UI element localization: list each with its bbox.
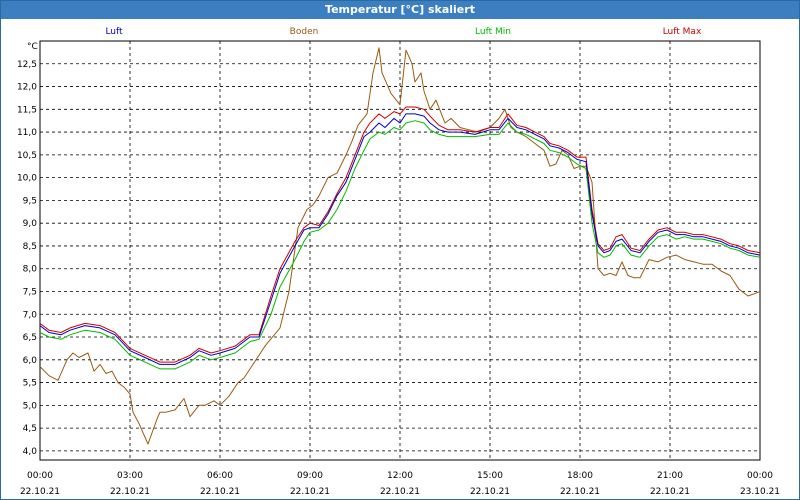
legend-label: Luft (105, 27, 123, 37)
y-tick-label: 8,0 (23, 265, 38, 275)
x-tick-time: 06:00 (207, 471, 233, 481)
y-tick-label: 4,0 (23, 447, 38, 457)
legend-label: Luft Max (663, 27, 702, 37)
y-tick-label: 7,0 (23, 310, 38, 320)
x-tick-time: 09:00 (297, 471, 323, 481)
x-tick-time: 00:00 (747, 471, 773, 481)
x-tick-date: 22.10.21 (20, 487, 60, 497)
chart-window: Temperatur [°C] skaliert 4,0 4,5 5,0 5,5 6,0… (0, 0, 800, 500)
x-tick-time: 00:00 (27, 471, 53, 481)
y-tick-label: 10,5 (17, 151, 37, 161)
x-tick-date: 22.10.21 (560, 487, 600, 497)
x-tick-date: 22.10.21 (470, 487, 510, 497)
y-tick-label: 4,5 (23, 424, 37, 434)
x-tick-time: 03:00 (117, 471, 143, 481)
y-tick-label: 9,5 (23, 196, 37, 206)
y-axis-unit: °C (27, 42, 38, 52)
legend-label: Boden (290, 27, 319, 37)
x-tick-date: 22.10.21 (200, 487, 240, 497)
x-tick-time: 15:00 (477, 471, 503, 481)
y-tick-label: 5,5 (23, 379, 37, 389)
y-tick-label: 11,0 (17, 128, 37, 138)
y-tick-label: 7,5 (23, 287, 37, 297)
x-tick-date: 23.10.21 (740, 487, 780, 497)
y-tick-label: 5,0 (23, 401, 38, 411)
y-tick-label: 11,5 (17, 105, 37, 115)
x-tick-time: 18:00 (567, 471, 593, 481)
y-tick-label: 6,0 (23, 356, 38, 366)
line-chart: 4,0 4,5 5,0 5,5 6,0 6,5 7,0 7,5 8,0 8,5 9,0 9,5 10,0… (17, 27, 780, 497)
legend-label: Luft Min (475, 27, 511, 37)
x-tick-date: 22.10.21 (110, 487, 150, 497)
y-tick-label: 10,0 (17, 174, 37, 184)
y-tick-label: 6,5 (23, 333, 37, 343)
y-tick-label: 12,0 (17, 83, 37, 93)
x-tick-date: 22.10.21 (650, 487, 690, 497)
x-tick-date: 22.10.21 (290, 487, 330, 497)
y-tick-label: 12,5 (17, 60, 37, 70)
x-tick-date: 22.10.21 (380, 487, 420, 497)
y-tick-label: 9,0 (23, 219, 38, 229)
y-tick-label: 8,5 (23, 242, 37, 252)
x-tick-time: 12:00 (387, 471, 413, 481)
x-tick-time: 21:00 (657, 471, 683, 481)
